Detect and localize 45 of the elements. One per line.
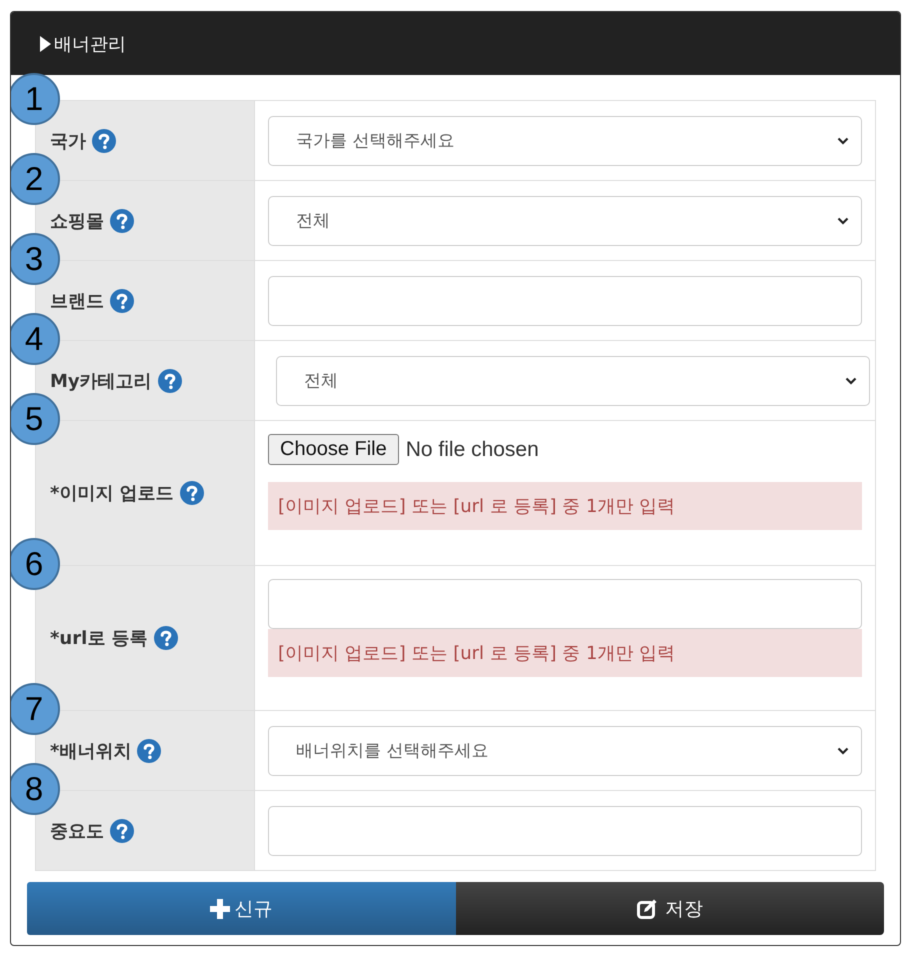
number-marker: 8 (11, 763, 60, 815)
caret-icon (837, 136, 849, 144)
notice-message: [이미지 업로드] 또는 [url 로 등록] 중 1개만 입력 (268, 629, 862, 677)
number-marker: 3 (11, 233, 60, 285)
select-field[interactable]: 전체 (276, 356, 870, 406)
help-icon (110, 818, 134, 842)
help-icon (154, 626, 178, 650)
new-button[interactable]: 신규 (27, 882, 456, 935)
number-marker: 6 (11, 538, 60, 590)
input-field[interactable] (268, 276, 862, 326)
caret-icon (845, 376, 857, 384)
number-marker: 7 (11, 683, 60, 735)
help-icon (137, 738, 162, 762)
plus-icon (210, 898, 230, 918)
field-label: *배너위치 (50, 740, 132, 762)
field-label: My카테고리 (50, 370, 152, 392)
panel-title: 배너관리 (54, 32, 126, 56)
select-field[interactable]: 국가를 선택해주세요 (268, 116, 862, 166)
number-marker: 1 (11, 73, 60, 125)
number-marker: 2 (11, 153, 60, 205)
select-field[interactable]: 배너위치를 선택해주세요 (268, 726, 862, 776)
triangle-icon (39, 36, 51, 52)
field-label: 브랜드 (50, 290, 104, 312)
field-label: 쇼핑몰 (50, 210, 104, 232)
field-label: *url로 등록 (50, 627, 148, 650)
file-status: No file chosen (406, 438, 539, 462)
caret-icon (837, 216, 849, 224)
field-label: 중요도 (50, 820, 104, 842)
help-icon (92, 128, 116, 152)
edit-icon (636, 898, 657, 918)
notice-message: [이미지 업로드] 또는 [url 로 등록] 중 1개만 입력 (268, 482, 862, 530)
input-field[interactable] (268, 579, 862, 629)
field-label: 국가 (50, 130, 86, 152)
save-button[interactable]: 저장 (456, 882, 884, 935)
help-icon (110, 288, 134, 312)
number-marker: 5 (11, 393, 60, 445)
help-icon (110, 208, 134, 232)
help-icon (158, 368, 182, 392)
number-marker: 4 (11, 313, 60, 365)
help-icon (180, 481, 204, 505)
select-field[interactable]: 전체 (268, 196, 862, 246)
choose-file-button[interactable]: Choose File (268, 434, 399, 465)
input-field[interactable] (268, 806, 862, 856)
caret-icon (837, 746, 849, 754)
field-label: *이미지 업로드 (50, 482, 174, 505)
